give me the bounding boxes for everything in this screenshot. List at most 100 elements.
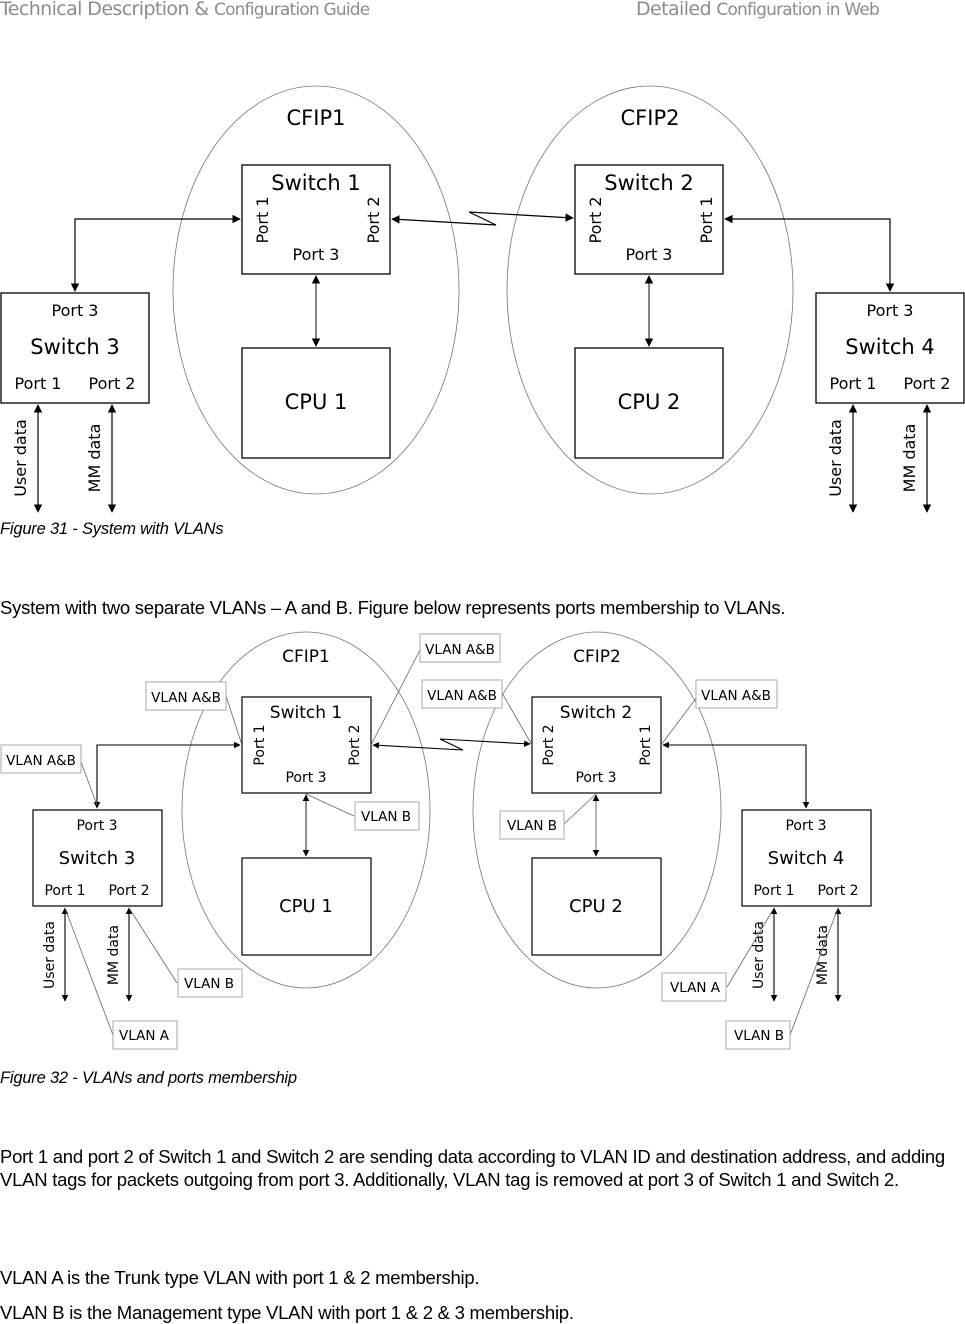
switch-3-title: Switch 3 bbox=[30, 335, 119, 359]
link-sw4-sw2 bbox=[662, 741, 810, 809]
switch-1: Switch 1 Port 1 Port 2 Port 3 bbox=[241, 164, 391, 275]
cpu-1-label: CPU 1 bbox=[285, 390, 348, 414]
cpu-2: CPU 2 bbox=[574, 347, 724, 459]
vlan-callout-text: VLAN B bbox=[507, 818, 557, 834]
vlan-callout-text: VLAN A&B bbox=[425, 642, 495, 658]
vlan-callout-sw3-port3: VLAN A&B bbox=[0, 744, 82, 774]
callout-line-sw1-port3 bbox=[305, 793, 355, 817]
switch-1: Switch 1 Port 1 Port 2 Port 3 bbox=[241, 696, 372, 794]
switch-2-title: Switch 2 bbox=[604, 171, 693, 195]
switch-4-title: Switch 4 bbox=[845, 335, 934, 359]
vlan-callout-sw3-port2: VLAN B bbox=[177, 968, 243, 998]
callout-line-sw1-port2 bbox=[370, 649, 421, 746]
figure-31-caption: Figure 31 - System with VLANs bbox=[0, 520, 224, 538]
vlan-callout-text: VLAN A&B bbox=[151, 690, 221, 706]
cpu-1-label: CPU 1 bbox=[279, 896, 333, 917]
switch-4-port-3: Port 3 bbox=[785, 818, 826, 834]
callout-line-sw3-port3 bbox=[80, 761, 98, 806]
callout-line-sw1-port1 bbox=[225, 695, 243, 746]
switch-1-port-2: Port 2 bbox=[364, 197, 383, 244]
switch-3-port-1: Port 1 bbox=[44, 883, 85, 899]
cpu-2-label: CPU 2 bbox=[618, 390, 681, 414]
switch-4-port-3: Port 3 bbox=[867, 301, 914, 320]
switch-3-title: Switch 3 bbox=[59, 848, 136, 869]
vlan-callout-sw2-port1: VLAN A&B bbox=[695, 679, 778, 709]
callout-line-sw2-port1 bbox=[660, 696, 698, 746]
sw3-mm-data-label: MM data bbox=[85, 424, 104, 493]
callout-line-sw3-port2 bbox=[128, 907, 178, 984]
sw4-user-data-label: User data bbox=[751, 921, 767, 989]
link-sw3-sw1 bbox=[70, 214, 241, 292]
figure-32-diagram: CFIP1 CFIP2 Switch 1 Port 1 Port 2 Port … bbox=[0, 631, 872, 1050]
vlan-callout-text: VLAN B bbox=[734, 1028, 784, 1044]
vlan-callout-text: VLAN A&B bbox=[701, 688, 771, 704]
vlan-callout-text: VLAN A&B bbox=[6, 753, 76, 769]
vlan-callout-text: VLAN A bbox=[119, 1028, 170, 1044]
switch-1-port-3: Port 3 bbox=[293, 245, 340, 264]
vlan-callout-sw1-port3: VLAN B bbox=[354, 801, 420, 831]
cfip1-label: CFIP1 bbox=[282, 647, 330, 667]
sw4-mm-data-label: MM data bbox=[900, 424, 919, 493]
cfip1-label: CFIP1 bbox=[287, 106, 346, 130]
radio-link-sw1-sw2 bbox=[391, 211, 574, 226]
switch-3-port-3: Port 3 bbox=[52, 301, 99, 320]
switch-3: Port 3 Switch 3 Port 1 Port 2 bbox=[0, 292, 150, 404]
switch-3-port-3: Port 3 bbox=[76, 818, 117, 834]
vlan-callout-text: VLAN B bbox=[361, 809, 411, 825]
cpu-2: CPU 2 bbox=[531, 857, 662, 956]
switch-3: Port 3 Switch 3 Port 1 Port 2 bbox=[32, 809, 163, 907]
switch-4-port-1: Port 1 bbox=[830, 374, 877, 393]
switch-1-port-2: Port 2 bbox=[347, 724, 363, 765]
vlan-callout-sw2-port2: VLAN A&B bbox=[421, 679, 503, 709]
cpu-2-label: CPU 2 bbox=[569, 896, 623, 917]
switch-2-port-2: Port 2 bbox=[586, 197, 605, 244]
radio-link-sw1-sw2 bbox=[372, 738, 531, 751]
switch-1-title: Switch 1 bbox=[270, 703, 342, 723]
sw3-user-data-label: User data bbox=[11, 419, 30, 497]
switch-2-port-3: Port 3 bbox=[626, 245, 673, 264]
switch-3-port-2: Port 2 bbox=[108, 883, 149, 899]
intro-paragraph: System with two separate VLANs – A and B… bbox=[0, 597, 786, 618]
body-paragraph-3: VLAN B is the Management type VLAN with … bbox=[0, 1302, 574, 1323]
cpu-1: CPU 1 bbox=[241, 347, 391, 459]
switch-2-port-3: Port 3 bbox=[575, 770, 616, 786]
switch-2: Switch 2 Port 2 Port 1 Port 3 bbox=[531, 696, 662, 794]
sw3-user-data-label: User data bbox=[42, 921, 58, 989]
switch-4-title: Switch 4 bbox=[768, 848, 845, 869]
switch-1-port-3: Port 3 bbox=[285, 770, 326, 786]
switch-3-port-1: Port 1 bbox=[15, 374, 62, 393]
vlan-callout-text: VLAN B bbox=[184, 976, 234, 992]
callout-line-sw2-port3 bbox=[563, 793, 597, 825]
cfip2-label: CFIP2 bbox=[573, 647, 621, 667]
switch-4: Port 3 Switch 4 Port 1 Port 2 bbox=[741, 809, 872, 907]
vlan-callout-sw1-port1: VLAN A&B bbox=[145, 681, 227, 711]
switch-2-port-1: Port 1 bbox=[697, 197, 716, 244]
switch-1-port-1: Port 1 bbox=[252, 724, 268, 765]
figure-32-caption: Figure 32 - VLANs and ports membership bbox=[0, 1069, 297, 1087]
switch-2-port-2: Port 2 bbox=[541, 724, 557, 765]
vlan-callout-text: VLAN A&B bbox=[427, 688, 497, 704]
vlan-callout-text: VLAN A bbox=[670, 980, 721, 996]
switch-1-title: Switch 1 bbox=[271, 171, 360, 195]
callout-line-sw2-port2 bbox=[501, 692, 533, 746]
switch-4: Port 3 Switch 4 Port 1 Port 2 bbox=[815, 292, 965, 404]
switch-3-port-2: Port 2 bbox=[89, 374, 136, 393]
switch-4-port-1: Port 1 bbox=[753, 883, 794, 899]
switch-4-port-2: Port 2 bbox=[817, 883, 858, 899]
vlan-callout-sw3-port1: VLAN A bbox=[112, 1020, 178, 1050]
switch-1-port-1: Port 1 bbox=[253, 197, 272, 244]
vlan-callout-sw4-port1: VLAN A bbox=[661, 972, 727, 1002]
link-sw4-sw2 bbox=[724, 214, 895, 292]
switch-2: Switch 2 Port 2 Port 1 Port 3 bbox=[574, 164, 724, 275]
switch-2-title: Switch 2 bbox=[560, 703, 632, 723]
link-sw3-sw1 bbox=[93, 741, 241, 809]
sw4-user-data-label: User data bbox=[826, 419, 845, 497]
switch-2-port-1: Port 1 bbox=[638, 724, 654, 765]
figure-31-diagram: CFIP1 CFIP2 Switch 1 Port 1 Port 2 Port … bbox=[0, 85, 965, 513]
body-paragraph-1: Port 1 and port 2 of Switch 1 and Switch… bbox=[0, 1146, 945, 1190]
cpu-1: CPU 1 bbox=[241, 857, 372, 956]
switch-4-port-2: Port 2 bbox=[904, 374, 951, 393]
vlan-callout-sw4-port2: VLAN B bbox=[725, 1020, 791, 1050]
body-paragraph-2: VLAN A is the Trunk type VLAN with port … bbox=[0, 1267, 480, 1288]
cfip2-label: CFIP2 bbox=[621, 106, 680, 130]
